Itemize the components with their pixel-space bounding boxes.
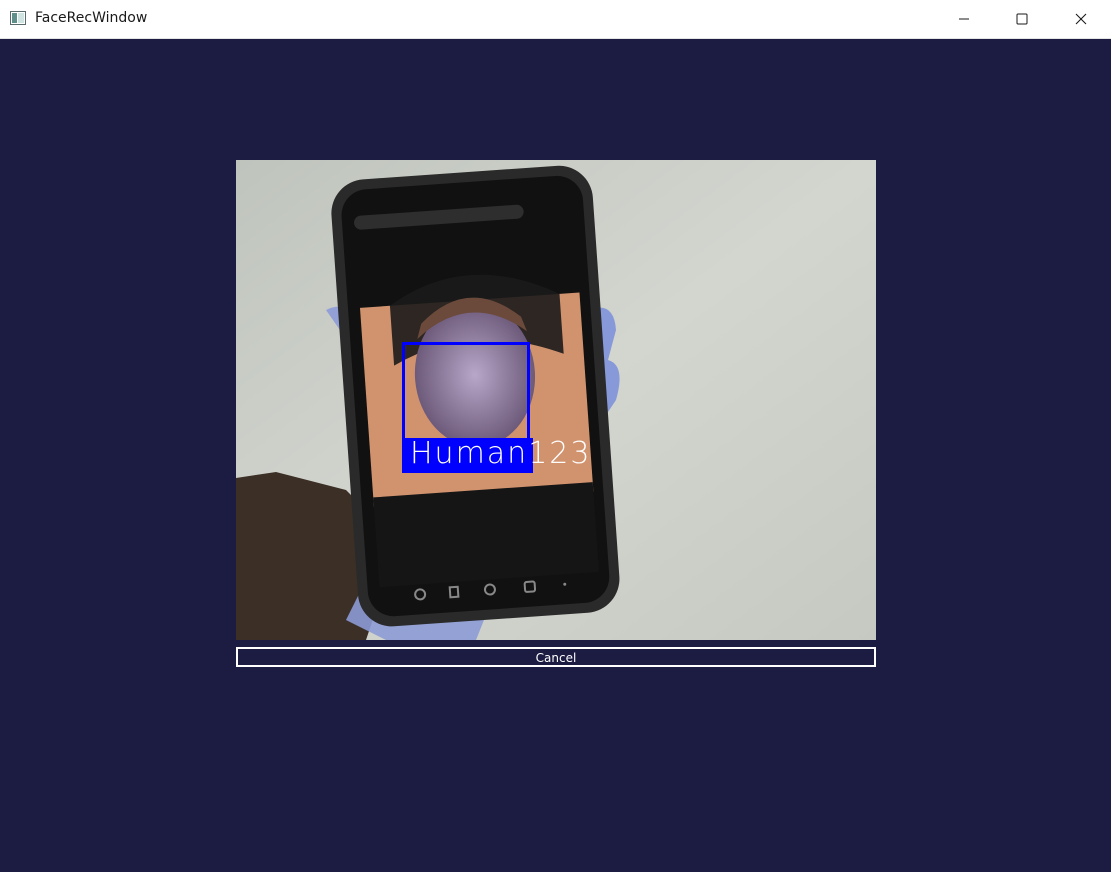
window-app-icon (10, 11, 26, 25)
face-rec-window: FaceRecWindow Human123 Cancel (0, 0, 1111, 872)
camera-feed (236, 160, 876, 640)
maximize-button[interactable] (993, 0, 1051, 38)
camera-frame-image (236, 160, 876, 640)
maximize-icon (1016, 13, 1028, 25)
minimize-button[interactable] (935, 0, 993, 38)
title-bar[interactable]: FaceRecWindow (0, 0, 1111, 39)
minimize-icon (959, 18, 969, 20)
window-title: FaceRecWindow (35, 10, 148, 26)
close-button[interactable] (1052, 0, 1110, 38)
close-icon (1075, 13, 1087, 25)
face-detection-label: Human123 (410, 436, 592, 471)
cancel-button[interactable]: Cancel (236, 647, 876, 667)
